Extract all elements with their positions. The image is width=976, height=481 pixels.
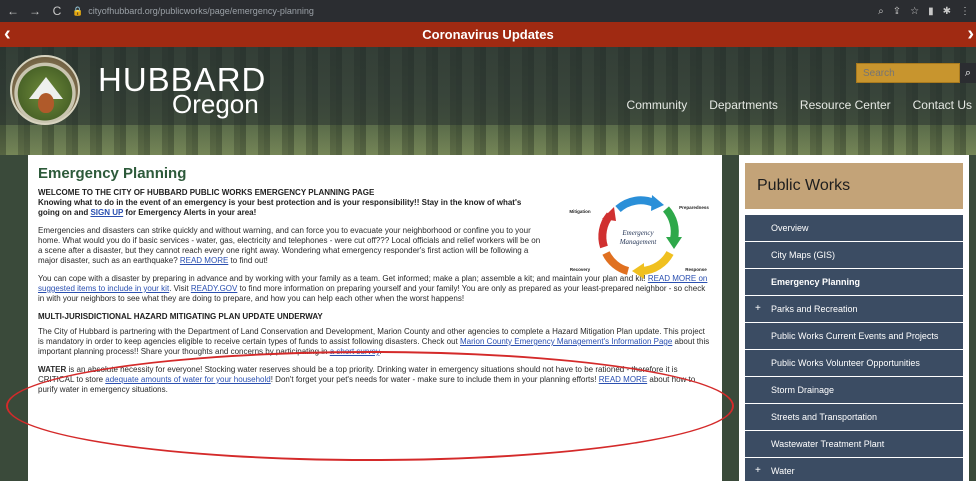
nav-contact-us[interactable]: Contact Us (913, 98, 972, 112)
sidebar-item-label: Water (771, 466, 795, 476)
cycle-center-line2: Management (619, 238, 658, 246)
cycle-arrow-blue (615, 196, 656, 213)
welcome-text: Knowing what to do in the event of an em… (38, 198, 543, 218)
cycle-arrowhead-yellow (632, 263, 644, 279)
sidebar-item-label: Storm Drainage (771, 385, 835, 395)
alert-next-icon[interactable]: › (967, 22, 974, 47)
search-input[interactable] (856, 63, 960, 83)
sidebar-item-water[interactable]: + Water (745, 458, 963, 481)
survey-link[interactable]: a short survey (330, 347, 380, 356)
cycle-label-mitigation: Mitigation (569, 209, 590, 214)
sidebar-item-wastewater[interactable]: Wastewater Treatment Plant (745, 431, 963, 457)
lock-icon: 🔒 (72, 5, 84, 16)
cycle-arrowhead-red (602, 207, 616, 221)
cycle-arrow-yellow (641, 250, 674, 275)
welcome-text-b: for Emergency Alerts in your area! (123, 208, 257, 217)
water-bold: WATER (38, 365, 67, 374)
nav-departments[interactable]: Departments (709, 98, 778, 112)
extensions-icon[interactable]: ✱ (943, 6, 951, 17)
ready-gov-link[interactable]: READY.GOV (191, 284, 238, 293)
alert-banner: ‹ Coronavirus Updates › (0, 22, 976, 47)
cycle-arrow-orange (602, 251, 630, 275)
cycle-arrowhead-blue (651, 195, 664, 211)
forward-button[interactable]: → (28, 4, 42, 18)
para1-tail: to find out! (228, 256, 268, 265)
reload-button[interactable]: C (50, 4, 64, 18)
sidebar-item-label: Streets and Transportation (771, 412, 878, 422)
sidebar-item-label: Wastewater Treatment Plant (771, 439, 885, 449)
search-icon[interactable]: ⌕ (878, 6, 884, 17)
reader-icon[interactable]: ▮ (928, 6, 934, 17)
expand-plus-icon[interactable]: + (755, 303, 761, 314)
emergency-cycle-diagram: Emergency Management Mitigation Prepared… (569, 195, 709, 279)
water-paragraph: WATER is an absolute necessity for every… (38, 365, 712, 395)
cycle-arrow-green (662, 206, 679, 240)
sidebar-item-current-events[interactable]: Public Works Current Events and Projects (745, 323, 963, 349)
sign-up-link[interactable]: SIGN UP (90, 208, 123, 217)
share-icon[interactable]: ⇪ (893, 6, 901, 17)
back-button[interactable]: ← (6, 4, 20, 18)
nav-community[interactable]: Community (627, 98, 688, 112)
para2-a: You can cope with a disaster by preparin… (38, 274, 648, 283)
url-text: cityofhubbard.org/publicworks/page/emerg… (88, 6, 314, 16)
sidebar-item-label: City Maps (GIS) (771, 250, 836, 260)
sidebar-item-volunteer[interactable]: Public Works Volunteer Opportunities (745, 350, 963, 376)
cycle-arrowhead-green (666, 237, 682, 249)
para1-text: Emergencies and disasters can strike qui… (38, 226, 541, 265)
sidebar-item-emergency-planning[interactable]: Emergency Planning (745, 269, 963, 295)
hazard-plan-heading: MULTI-JURISDICTIONAL HAZARD MITIGATING P… (38, 312, 323, 321)
purify-water-link[interactable]: READ MORE (599, 375, 647, 384)
sidebar-item-label: Parks and Recreation (771, 304, 858, 314)
sidebar-item-label: Public Works Volunteer Opportunities (771, 358, 920, 368)
city-seal-logo[interactable] (10, 55, 80, 125)
browser-actions: ⌕ ⇪ ☆ ▮ ✱ ⋮ (878, 6, 970, 17)
water-amounts-link[interactable]: adequate amounts of water for your house… (105, 375, 270, 384)
sidebar-title: Public Works (745, 163, 963, 209)
sidebar-item-label: Emergency Planning (771, 277, 861, 287)
para4-b: ! Don't forget your pet's needs for wate… (270, 375, 599, 384)
hop-icon (38, 93, 54, 113)
intro-block: WELCOME TO THE CITY OF HUBBARD PUBLIC WO… (38, 188, 543, 266)
nav-resource-center[interactable]: Resource Center (800, 98, 891, 112)
sidebar-item-streets[interactable]: Streets and Transportation (745, 404, 963, 430)
para3-c: . (379, 347, 382, 356)
welcome-heading: WELCOME TO THE CITY OF HUBBARD PUBLIC WO… (38, 188, 375, 197)
sidebar-item-label: Overview (771, 223, 809, 233)
alert-link[interactable]: Coronavirus Updates (422, 27, 553, 42)
main-nav: Community Departments Resource Center Co… (627, 98, 972, 112)
cycle-center-line1: Emergency (621, 229, 654, 237)
alert-prev-icon[interactable]: ‹ (4, 22, 11, 47)
cycle-label-preparedness: Preparedness (679, 205, 709, 210)
sidebar-item-overview[interactable]: Overview (745, 215, 963, 241)
menu-icon[interactable]: ⋮ (960, 6, 970, 17)
address-bar[interactable]: 🔒 cityofhubbard.org/publicworks/page/eme… (72, 6, 870, 17)
hazard-plan-paragraph: The City of Hubbard is partnering with t… (38, 327, 712, 357)
public-works-sidebar: Public Works Overview City Maps (GIS) Em… (739, 155, 969, 481)
expand-plus-icon[interactable]: + (755, 465, 761, 476)
brand-subtitle[interactable]: Oregon (172, 89, 259, 120)
sidebar-item-parks-and-recreation[interactable]: + Parks and Recreation (745, 296, 963, 322)
sidebar-item-city-maps[interactable]: City Maps (GIS) (745, 242, 963, 268)
site-header: HUBBARD Oregon ⌕ Community Departments R… (0, 47, 976, 155)
emergency-intro-paragraph: Emergencies and disasters can strike qui… (38, 226, 543, 266)
cycle-label-response: Response (685, 267, 707, 272)
cycle-label-recovery: Recovery (570, 267, 591, 272)
star-icon[interactable]: ☆ (910, 6, 919, 17)
read-more-earthquake-link[interactable]: READ MORE (180, 256, 228, 265)
search-button[interactable]: ⌕ (960, 63, 976, 83)
sidebar-item-label: Public Works Current Events and Projects (771, 331, 939, 341)
marion-county-link[interactable]: Marion County Emergency Management's Inf… (460, 337, 672, 346)
browser-toolbar: ← → C 🔒 cityofhubbard.org/publicworks/pa… (0, 0, 976, 22)
main-content: Emergency Planning WELCOME TO THE CITY O… (28, 155, 722, 481)
page-title: Emergency Planning (38, 165, 187, 182)
sidebar-item-storm-drainage[interactable]: Storm Drainage (745, 377, 963, 403)
search-icon: ⌕ (964, 66, 972, 79)
para2-b: . Visit (169, 284, 191, 293)
